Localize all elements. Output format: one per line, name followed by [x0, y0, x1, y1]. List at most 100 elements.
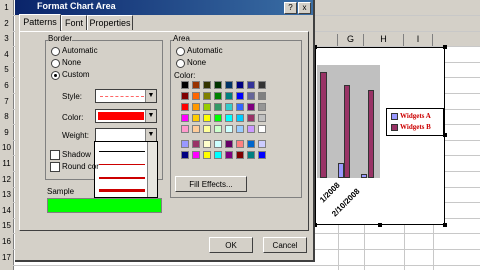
color-swatch[interactable] [225, 81, 233, 89]
color-swatch[interactable] [214, 92, 222, 100]
color-swatch[interactable] [192, 140, 200, 148]
row-number[interactable]: 17 [0, 253, 13, 262]
cancel-button[interactable]: Cancel [263, 237, 307, 253]
color-swatch[interactable] [214, 151, 222, 159]
color-swatch[interactable] [192, 151, 200, 159]
row-number[interactable]: 10 [0, 143, 13, 152]
area-automatic-radio[interactable] [176, 47, 185, 56]
chart-bar[interactable] [361, 174, 367, 178]
weight-option-thin[interactable] [99, 164, 145, 165]
row-number[interactable]: 5 [0, 65, 13, 74]
color-swatch[interactable] [192, 114, 200, 122]
color-swatch[interactable] [203, 125, 211, 133]
color-swatch[interactable] [236, 81, 244, 89]
column-header-f[interactable] [315, 34, 338, 46]
dropdown-scrollbar[interactable] [147, 142, 157, 197]
color-swatch[interactable] [225, 125, 233, 133]
color-swatch[interactable] [203, 151, 211, 159]
row-number[interactable]: 1 [0, 3, 13, 12]
column-header-j[interactable] [433, 34, 480, 46]
color-swatch[interactable] [258, 140, 266, 148]
chevron-down-icon[interactable]: ▼ [145, 110, 156, 122]
row-number[interactable]: 3 [0, 34, 13, 43]
color-swatch[interactable] [203, 140, 211, 148]
style-dropdown[interactable]: ▼ [95, 89, 157, 103]
color-swatch[interactable] [225, 103, 233, 111]
round-corners-checkbox[interactable] [50, 162, 60, 172]
row-number[interactable]: 7 [0, 97, 13, 106]
color-swatch[interactable] [247, 81, 255, 89]
border-automatic-radio[interactable] [51, 47, 60, 56]
color-swatch[interactable] [258, 125, 266, 133]
row-number[interactable]: 9 [0, 128, 13, 137]
color-swatch[interactable] [247, 92, 255, 100]
weight-option-thick[interactable] [99, 189, 145, 192]
tab-properties[interactable]: Properties [87, 15, 133, 30]
color-swatch[interactable] [214, 125, 222, 133]
weight-option-medium[interactable] [99, 177, 145, 179]
shadow-checkbox[interactable] [50, 150, 60, 160]
row-number[interactable]: 2 [0, 19, 13, 28]
color-swatch[interactable] [214, 140, 222, 148]
row-number[interactable]: 8 [0, 112, 13, 121]
color-swatch[interactable] [203, 103, 211, 111]
area-none-radio[interactable] [176, 59, 185, 68]
color-swatch[interactable] [225, 151, 233, 159]
tab-patterns[interactable]: Patterns [19, 14, 61, 31]
border-none-radio[interactable] [51, 59, 60, 68]
color-swatch[interactable] [203, 81, 211, 89]
color-swatch[interactable] [258, 103, 266, 111]
row-number[interactable]: 4 [0, 50, 13, 59]
border-custom-radio[interactable] [51, 71, 60, 80]
color-swatch[interactable] [236, 92, 244, 100]
close-button[interactable]: x [298, 2, 311, 14]
weight-dropdown-list[interactable] [94, 141, 158, 198]
color-swatch[interactable] [181, 81, 189, 89]
ok-button[interactable]: OK [209, 237, 253, 253]
color-swatch[interactable] [181, 92, 189, 100]
color-swatch[interactable] [247, 151, 255, 159]
color-dropdown[interactable]: ▼ [95, 109, 157, 123]
selection-handle[interactable] [443, 45, 447, 49]
selection-handle[interactable] [378, 223, 382, 227]
chart-bar[interactable] [344, 85, 350, 178]
color-swatch[interactable] [203, 114, 211, 122]
color-swatch[interactable] [247, 103, 255, 111]
column-header-h[interactable]: H [364, 34, 404, 46]
color-swatch[interactable] [258, 92, 266, 100]
color-swatch[interactable] [181, 103, 189, 111]
column-header-g[interactable]: G [338, 34, 364, 46]
selection-handle[interactable] [443, 223, 447, 227]
color-swatch[interactable] [258, 151, 266, 159]
color-swatch[interactable] [214, 81, 222, 89]
row-number[interactable]: 14 [0, 206, 13, 215]
chart-bar[interactable] [320, 72, 327, 178]
color-swatch[interactable] [247, 125, 255, 133]
color-swatch[interactable] [192, 125, 200, 133]
color-swatch[interactable] [258, 81, 266, 89]
weight-dropdown[interactable]: ▼ [95, 128, 157, 142]
help-button[interactable]: ? [284, 2, 297, 14]
color-swatch[interactable] [236, 125, 244, 133]
color-swatch[interactable] [258, 114, 266, 122]
chart-legend[interactable]: Widgets A Widgets B [386, 108, 444, 136]
chevron-down-icon[interactable]: ▼ [145, 129, 156, 141]
color-swatch[interactable] [236, 114, 244, 122]
color-swatch[interactable] [236, 140, 244, 148]
row-number[interactable]: 6 [0, 81, 13, 90]
color-swatch[interactable] [247, 140, 255, 148]
column-header-i[interactable]: I [404, 34, 433, 46]
color-swatch[interactable] [225, 92, 233, 100]
color-swatch[interactable] [192, 92, 200, 100]
color-swatch[interactable] [247, 114, 255, 122]
chart-bar[interactable] [368, 89, 374, 178]
color-swatch[interactable] [225, 140, 233, 148]
color-swatch[interactable] [181, 114, 189, 122]
color-swatch[interactable] [192, 81, 200, 89]
row-number[interactable]: 15 [0, 221, 13, 230]
color-swatch[interactable] [214, 103, 222, 111]
color-swatch[interactable] [181, 125, 189, 133]
color-swatch[interactable] [236, 151, 244, 159]
color-swatch[interactable] [181, 151, 189, 159]
color-swatch[interactable] [236, 103, 244, 111]
